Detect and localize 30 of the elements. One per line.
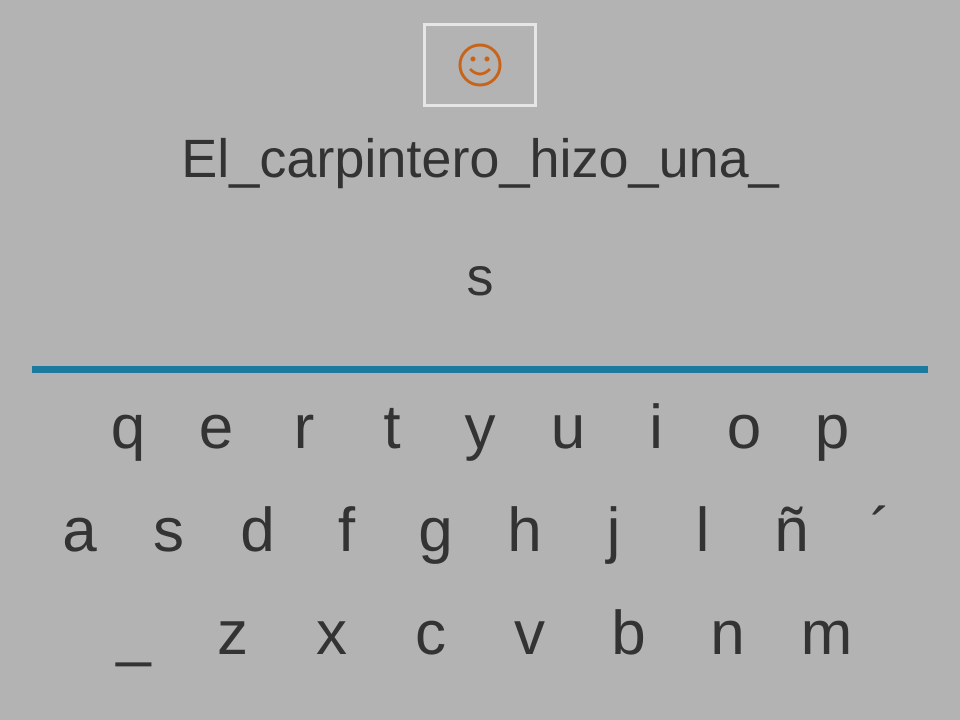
letter-key[interactable]: s <box>124 500 213 562</box>
letter-key[interactable]: t <box>348 397 436 459</box>
smiley-icon <box>457 42 503 88</box>
letter-key[interactable]: r <box>260 397 348 459</box>
letter-key[interactable]: i <box>612 397 700 459</box>
sentence-text: El_carpintero_hizo_una_ <box>180 129 780 189</box>
letter-key[interactable]: c <box>381 603 480 665</box>
answer-text: s <box>466 247 494 307</box>
letter-key[interactable]: p <box>788 397 876 459</box>
letter-key[interactable]: ´ <box>836 500 925 562</box>
letter-key[interactable]: ñ <box>747 500 836 562</box>
letter-key[interactable]: b <box>579 603 678 665</box>
letter-key[interactable]: d <box>213 500 302 562</box>
letter-key[interactable]: g <box>391 500 480 562</box>
letter-key[interactable]: u <box>524 397 612 459</box>
letter-key[interactable]: n <box>678 603 777 665</box>
letter-key[interactable]: y <box>436 397 524 459</box>
letter-key[interactable]: m <box>777 603 876 665</box>
letter-key[interactable]: j <box>569 500 658 562</box>
letter-key[interactable]: o <box>700 397 788 459</box>
letter-key[interactable]: x <box>282 603 381 665</box>
letter-key[interactable]: v <box>480 603 579 665</box>
letter-key[interactable]: q <box>84 397 172 459</box>
letter-key[interactable]: _ <box>84 603 183 665</box>
letter-key[interactable]: e <box>172 397 260 459</box>
letter-key[interactable]: f <box>302 500 391 562</box>
letter-key[interactable]: l <box>658 500 747 562</box>
letter-key[interactable]: h <box>480 500 569 562</box>
letter-key[interactable]: a <box>35 500 124 562</box>
letter-key[interactable]: z <box>183 603 282 665</box>
